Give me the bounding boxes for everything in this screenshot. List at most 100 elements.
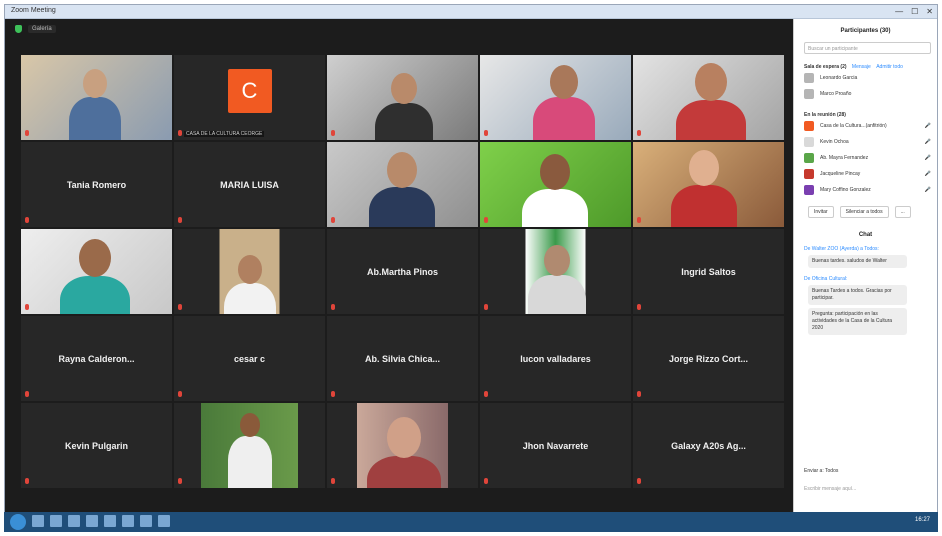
taskbar-app-icon[interactable] [158, 515, 170, 527]
participant-body [59, 275, 131, 314]
muted-mic-icon [25, 130, 29, 136]
participant-tile[interactable]: Galaxy A20s Ag... [633, 403, 784, 488]
taskbar-app-icon[interactable] [122, 515, 134, 527]
taskbar-app-icon[interactable] [50, 515, 62, 527]
chat-input[interactable]: Escribir mensaje aquí... [804, 486, 856, 492]
participant-tile[interactable] [480, 142, 631, 227]
start-button[interactable] [10, 514, 26, 530]
close-button[interactable]: ✕ [926, 7, 933, 16]
taskbar-app-icon[interactable] [68, 515, 80, 527]
participant-tile[interactable]: Jorge Rizzo Cort... [633, 316, 784, 401]
taskbar-app-icon[interactable] [140, 515, 152, 527]
muted-mic-icon [178, 478, 182, 484]
taskbar-app-icon[interactable] [104, 515, 116, 527]
muted-mic-icon[interactable]: 🎤 [925, 155, 931, 161]
participant-name: Ab. Silvia Chica... [364, 353, 441, 364]
mute-all-button[interactable]: Silenciar a todos [839, 206, 889, 218]
participant-row[interactable]: Jacqueline Pincay 🎤 [804, 166, 931, 182]
participant-avatar: C [227, 68, 272, 113]
admit-all-button[interactable]: Admitir todo [876, 64, 903, 70]
muted-mic-icon [484, 130, 488, 136]
participant-row[interactable]: Ab. Mayra Fernandez 🎤 [804, 150, 931, 166]
participant-row[interactable]: Mary Coffino Gonzalez 🎤 [804, 182, 931, 198]
view-toggle-button[interactable]: Galería [28, 25, 56, 33]
participant-face [240, 413, 260, 437]
taskbar-app-icon[interactable] [32, 515, 44, 527]
minimize-button[interactable]: — [895, 7, 903, 16]
window-title: Zoom Meeting [11, 7, 56, 14]
message-waiting-button[interactable]: Mensaje [852, 64, 871, 70]
participant-body [369, 186, 435, 227]
participant-tile[interactable]: MARIA LUISA [174, 142, 325, 227]
participant-row-name: Jacqueline Pincay [820, 171, 861, 177]
taskbar-apps [32, 515, 170, 527]
participant-tile[interactable] [174, 229, 325, 314]
participant-avatar-icon [804, 89, 814, 99]
security-shield-icon[interactable] [15, 25, 22, 33]
participant-avatar-icon [804, 185, 814, 195]
waiting-list: Leonardo Garcia Marco Proaño [794, 70, 937, 102]
participant-video [633, 55, 784, 140]
muted-mic-icon [637, 391, 641, 397]
more-button[interactable]: ... [894, 206, 911, 218]
participants-panel: Participantes (30) Buscar un participant… [793, 19, 937, 514]
participant-tile[interactable]: Ab. Silvia Chica... [327, 316, 478, 401]
chat-sender: De Oficina Cultural: [804, 276, 848, 282]
participant-avatar-icon [804, 153, 814, 163]
muted-mic-icon [178, 217, 182, 223]
waiting-room-label: Sala de espera (2) [804, 64, 847, 70]
participant-video [480, 229, 631, 314]
muted-mic-icon [331, 217, 335, 223]
title-bar: Zoom Meeting — ☐ ✕ [5, 5, 937, 19]
participant-name-tag: CASA DE LA CULTURA CEORGE [184, 131, 265, 137]
participant-search-input[interactable]: Buscar un participante [804, 42, 931, 54]
participant-tile[interactable]: Ab.Martha Pinos [327, 229, 478, 314]
muted-mic-icon[interactable]: 🎤 [925, 139, 931, 145]
send-to-select[interactable]: Enviar a: Todos [804, 468, 838, 474]
participant-tile[interactable] [480, 55, 631, 140]
participant-tile[interactable] [633, 142, 784, 227]
participant-row[interactable]: Kevin Ochoa 🎤 [804, 134, 931, 150]
muted-mic-icon [178, 304, 182, 310]
participant-tile[interactable] [633, 55, 784, 140]
participant-body [223, 282, 277, 314]
participant-avatar-icon [804, 121, 814, 131]
participant-name: Galaxy A20s Ag... [671, 440, 746, 451]
participant-tile[interactable]: Tania Romero [21, 142, 172, 227]
participant-avatar-icon [804, 73, 814, 83]
participant-tile[interactable] [21, 229, 172, 314]
participant-tile[interactable]: Rayna Calderon... [21, 316, 172, 401]
participant-row[interactable]: Leonardo Garcia [804, 70, 931, 86]
participant-video [327, 142, 478, 227]
muted-mic-icon [637, 478, 641, 484]
participant-tile[interactable]: C CASA DE LA CULTURA CEORGE [174, 55, 325, 140]
zoom-window: Zoom Meeting — ☐ ✕ Galería C CASA DE LA C… [4, 4, 938, 532]
participant-tile[interactable]: Kevin Pulgarin [21, 403, 172, 488]
panel-buttons: Invitar Silenciar a todos ... [808, 206, 937, 218]
participant-avatar-icon [804, 137, 814, 147]
muted-mic-icon[interactable]: 🎤 [925, 187, 931, 193]
participant-tile[interactable]: cesar c [174, 316, 325, 401]
participant-tile[interactable] [174, 403, 325, 488]
muted-mic-icon [178, 391, 182, 397]
muted-mic-icon[interactable]: 🎤 [925, 171, 931, 177]
participant-row[interactable]: Casa de la Cultura...(anfitrión) 🎤 [804, 118, 931, 134]
participant-tile[interactable]: Ingrid Saltos [633, 229, 784, 314]
gallery-grid: C CASA DE LA CULTURA CEORGE Tania Romero MA… [21, 55, 785, 495]
participant-tile[interactable] [21, 55, 172, 140]
participant-tile[interactable] [327, 55, 478, 140]
muted-mic-icon [25, 391, 29, 397]
participant-face [79, 239, 111, 278]
invite-button[interactable]: Invitar [808, 206, 834, 218]
participant-name: cesar c [233, 353, 266, 364]
maximize-button[interactable]: ☐ [911, 7, 918, 16]
muted-mic-icon[interactable]: 🎤 [925, 123, 931, 129]
participant-tile[interactable] [327, 142, 478, 227]
participant-tile[interactable] [327, 403, 478, 488]
participant-tile[interactable]: lucon valladares [480, 316, 631, 401]
participant-video [21, 229, 172, 314]
participant-tile[interactable] [480, 229, 631, 314]
participant-tile[interactable]: Jhon Navarrete [480, 403, 631, 488]
participant-row[interactable]: Marco Proaño [804, 86, 931, 102]
taskbar-app-icon[interactable] [86, 515, 98, 527]
